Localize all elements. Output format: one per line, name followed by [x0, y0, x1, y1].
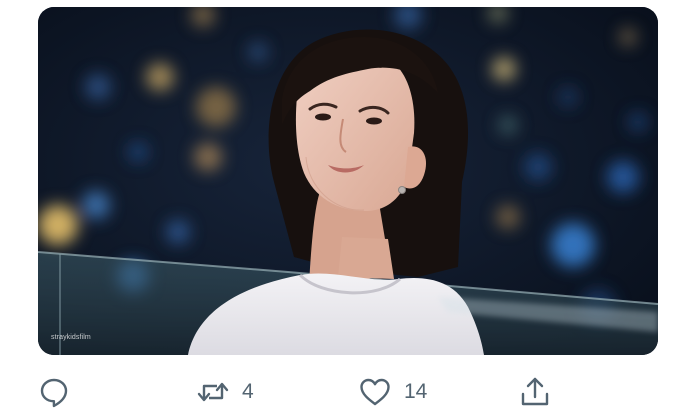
reply-icon	[37, 375, 71, 409]
reply-button[interactable]	[37, 370, 83, 414]
retweet-button[interactable]: 4	[196, 370, 254, 414]
like-count: 14	[404, 380, 428, 403]
retweet-icon	[196, 375, 230, 409]
like-button[interactable]: 14	[358, 370, 427, 414]
share-button[interactable]	[518, 370, 552, 414]
share-icon	[518, 375, 552, 409]
heart-icon	[358, 375, 392, 409]
photo-watermark: straykidsfilm	[51, 334, 91, 341]
photo-image	[38, 7, 658, 355]
tweet-action-bar: 4 14	[0, 370, 685, 414]
tweet-photo[interactable]: straykidsfilm	[38, 7, 658, 355]
retweet-count: 4	[242, 380, 254, 403]
